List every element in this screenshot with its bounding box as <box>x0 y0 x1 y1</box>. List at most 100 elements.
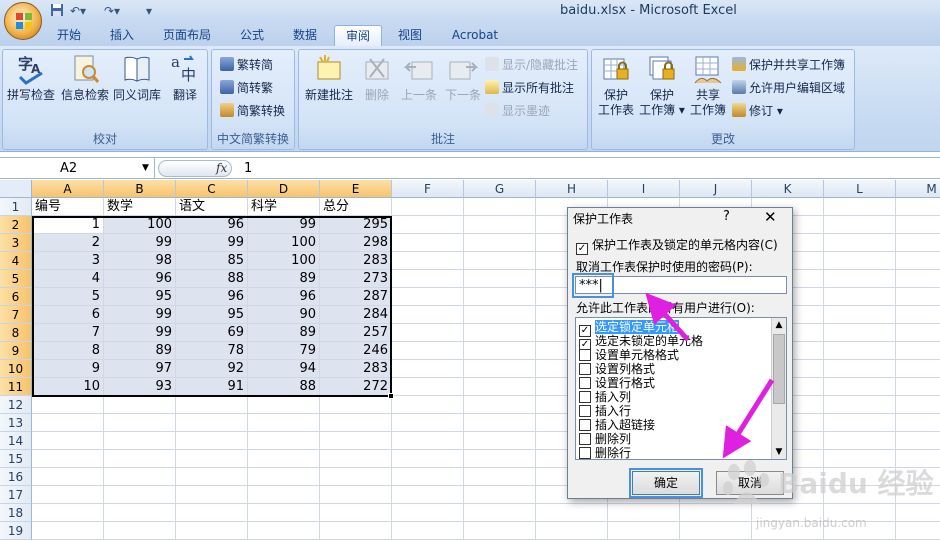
permission-item[interactable]: 设置行格式 <box>579 376 655 390</box>
spell-check-button[interactable]: 字A 拼写检查 <box>5 53 57 103</box>
cell-f5[interactable] <box>392 270 464 288</box>
translate-button[interactable]: a中 翻译 <box>163 53 207 103</box>
row-header-11[interactable]: 11 <box>0 378 32 396</box>
customize-qat-icon[interactable]: ▾ <box>146 3 152 19</box>
save-icon[interactable] <box>50 3 64 19</box>
cell-f18[interactable] <box>392 504 464 522</box>
permissions-scrollbar[interactable]: ▲ ▼ <box>771 318 786 459</box>
cell-l15[interactable] <box>824 450 896 468</box>
show-hide-comment-button[interactable]: 显示/隐藏批注 <box>485 56 578 74</box>
cell-g1[interactable] <box>464 198 536 216</box>
cell-f1[interactable] <box>392 198 464 216</box>
cell-d18[interactable] <box>248 504 320 522</box>
cell-g4[interactable] <box>464 252 536 270</box>
cell-d19[interactable] <box>248 522 320 540</box>
cell-d11[interactable]: 88 <box>248 378 320 396</box>
cell-m13[interactable] <box>896 414 940 432</box>
cell-b12[interactable] <box>104 396 176 414</box>
permission-checkbox[interactable] <box>579 419 591 431</box>
cell-f17[interactable] <box>392 486 464 504</box>
row-header-13[interactable]: 13 <box>0 414 32 432</box>
cell-a19[interactable] <box>32 522 104 540</box>
cell-a11[interactable]: 10 <box>32 378 104 396</box>
cell-a15[interactable] <box>32 450 104 468</box>
cell-g15[interactable] <box>464 450 536 468</box>
row-header-18[interactable]: 18 <box>0 504 32 522</box>
cell-e2[interactable]: 295 <box>320 216 392 234</box>
delete-comment-button[interactable]: 删除 <box>357 53 397 103</box>
cancel-button[interactable]: 取消 <box>716 471 784 495</box>
cell-l7[interactable] <box>824 306 896 324</box>
cell-m19[interactable] <box>896 522 940 540</box>
cell-b6[interactable]: 95 <box>104 288 176 306</box>
track-changes-button[interactable]: 修订 ▾ <box>732 102 783 120</box>
cell-g6[interactable] <box>464 288 536 306</box>
cell-f14[interactable] <box>392 432 464 450</box>
row-header-19[interactable]: 19 <box>0 522 32 540</box>
permission-item[interactable]: 插入行 <box>579 404 631 418</box>
permission-item[interactable]: ✓ 选定锁定单元格 <box>579 320 680 337</box>
permission-checkbox[interactable] <box>579 363 591 375</box>
formula-input[interactable]: 1 <box>244 158 252 179</box>
cell-g9[interactable] <box>464 342 536 360</box>
next-comment-button[interactable]: 下一条 <box>441 53 485 103</box>
cell-g17[interactable] <box>464 486 536 504</box>
cell-m16[interactable] <box>896 468 940 486</box>
password-input[interactable]: ***| <box>575 276 787 294</box>
cell-d14[interactable] <box>248 432 320 450</box>
cell-g14[interactable] <box>464 432 536 450</box>
permission-checkbox[interactable] <box>579 447 591 459</box>
cell-a3[interactable]: 2 <box>32 234 104 252</box>
cell-l12[interactable] <box>824 396 896 414</box>
cell-d16[interactable] <box>248 468 320 486</box>
cell-e10[interactable]: 283 <box>320 360 392 378</box>
cell-d13[interactable] <box>248 414 320 432</box>
cell-d2[interactable]: 99 <box>248 216 320 234</box>
new-comment-button[interactable]: 新建批注 <box>301 53 357 103</box>
cell-a17[interactable] <box>32 486 104 504</box>
cell-b19[interactable] <box>104 522 176 540</box>
cell-g11[interactable] <box>464 378 536 396</box>
redo-icon[interactable]: ↷▾ <box>104 3 120 19</box>
cell-h19[interactable] <box>536 522 608 540</box>
cell-l11[interactable] <box>824 378 896 396</box>
help-icon[interactable]: ? <box>723 209 730 224</box>
cell-d17[interactable] <box>248 486 320 504</box>
protect-share-workbook-button[interactable]: 保护并共享工作簿 <box>732 56 845 74</box>
cell-l16[interactable] <box>824 468 896 486</box>
tab-home[interactable]: 开始 <box>46 25 92 46</box>
cell-l19[interactable] <box>824 522 896 540</box>
simple-to-trad-button[interactable]: 简转繁 <box>220 79 273 97</box>
column-header-i[interactable]: I <box>608 180 680 198</box>
permission-checkbox[interactable] <box>579 349 591 361</box>
scroll-down-icon[interactable]: ▼ <box>772 445 786 459</box>
tab-formulas[interactable]: 公式 <box>230 25 274 46</box>
row-header-14[interactable]: 14 <box>0 432 32 450</box>
scroll-thumb[interactable] <box>773 334 785 404</box>
cell-a18[interactable] <box>32 504 104 522</box>
protect-contents-checkbox[interactable]: ✓ <box>576 243 588 255</box>
cell-c9[interactable]: 78 <box>176 342 248 360</box>
row-header-12[interactable]: 12 <box>0 396 32 414</box>
protect-contents-checkbox-row[interactable]: ✓ 保护工作表及锁定的单元格内容(C) <box>576 238 778 255</box>
cell-l5[interactable] <box>824 270 896 288</box>
cell-f12[interactable] <box>392 396 464 414</box>
cell-l10[interactable] <box>824 360 896 378</box>
cell-i18[interactable] <box>608 504 680 522</box>
cell-e15[interactable] <box>320 450 392 468</box>
permission-item[interactable]: ✓ 选定未锁定的单元格 <box>579 334 703 351</box>
cell-b2[interactable]: 100 <box>104 216 176 234</box>
column-header-m[interactable]: M <box>896 180 940 198</box>
cell-d10[interactable]: 94 <box>248 360 320 378</box>
cell-a5[interactable]: 4 <box>32 270 104 288</box>
cell-m12[interactable] <box>896 396 940 414</box>
row-header-16[interactable]: 16 <box>0 468 32 486</box>
cell-a2[interactable]: 1 <box>32 216 104 234</box>
column-header-g[interactable]: G <box>464 180 536 198</box>
cell-d12[interactable] <box>248 396 320 414</box>
column-header-k[interactable]: K <box>752 180 824 198</box>
cell-h18[interactable] <box>536 504 608 522</box>
cell-l6[interactable] <box>824 288 896 306</box>
cell-l8[interactable] <box>824 324 896 342</box>
cell-m17[interactable] <box>896 486 940 504</box>
